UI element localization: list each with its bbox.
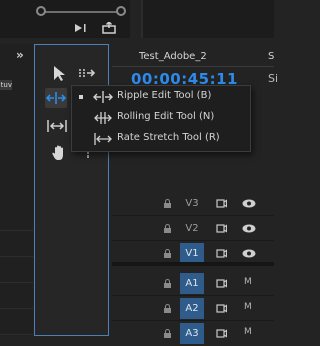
track-label[interactable]: V2 (180, 218, 204, 239)
slip-icon (47, 120, 67, 132)
selection-tool-button[interactable] (48, 63, 70, 83)
hand-icon (52, 145, 63, 160)
track-label[interactable]: A2 (180, 298, 204, 319)
lock-icon[interactable] (164, 304, 171, 313)
playback-scrubber[interactable] (36, 2, 126, 22)
in-point-handle[interactable] (36, 6, 46, 16)
eye-icon[interactable] (242, 224, 256, 233)
track-row-v2: V2 (112, 216, 274, 241)
program-monitor-controls (143, 0, 274, 38)
ripple-edit-icon (45, 92, 67, 104)
out-point-handle[interactable] (116, 6, 126, 16)
play-to-out-icon[interactable] (73, 22, 91, 34)
rolling-edit-icon (94, 112, 112, 124)
menu-item-label: Ripple Edit Tool (B) (117, 90, 212, 101)
timeline-setting-label: Si (268, 72, 279, 85)
menu-item-rate-stretch[interactable]: Rate Stretch Tool (R) (72, 129, 250, 150)
rate-stretch-icon (94, 133, 112, 145)
ripple-edit-icon (93, 91, 113, 103)
lock-icon[interactable] (164, 329, 171, 338)
slip-tool-button[interactable] (46, 116, 68, 136)
menu-item-ripple-edit[interactable]: Ripple Edit Tool (B) (72, 87, 250, 108)
sync-lock-icon[interactable] (216, 278, 227, 289)
track-row-a2: A2 M (112, 296, 274, 321)
menu-item-label: Rolling Edit Tool (N) (117, 111, 215, 122)
sync-lock-icon[interactable] (216, 328, 227, 339)
track-select-icon (79, 69, 96, 77)
menu-item-label: Rate Stretch Tool (R) (117, 132, 220, 143)
lock-icon[interactable] (164, 199, 171, 208)
lock-icon[interactable] (164, 224, 171, 233)
edit-tool-flyout-menu: Ripple Edit Tool (B) Rolling Edit Tool (… (71, 85, 251, 152)
track-row-a1: A1 M (112, 271, 274, 296)
sync-lock-icon[interactable] (216, 303, 227, 314)
sync-lock-icon[interactable] (216, 248, 227, 259)
lock-icon[interactable] (164, 279, 171, 288)
track-row-v1: V1 (112, 241, 274, 266)
scrubber-track (42, 11, 120, 13)
track-row-v3: V3 (112, 191, 274, 216)
hand-tool-button[interactable] (48, 143, 70, 163)
lock-icon[interactable] (164, 249, 171, 258)
checkmark-icon (79, 95, 83, 99)
track-label[interactable]: V3 (180, 193, 204, 214)
track-label[interactable]: A3 (180, 323, 204, 344)
ripple-edit-tool-button[interactable] (45, 88, 67, 108)
track-label[interactable]: V1 (180, 243, 204, 264)
panel-overflow-chevron[interactable]: » (16, 48, 24, 62)
project-rows (0, 205, 33, 335)
track-row-a3: A3 M (112, 321, 274, 346)
next-tab-label[interactable]: S (268, 51, 274, 62)
mute-button[interactable]: M (244, 277, 252, 287)
track-label[interactable]: A1 (180, 273, 204, 294)
sync-lock-icon[interactable] (216, 223, 227, 234)
sequence-tab-title[interactable]: Test_Adobe_2 (139, 51, 207, 62)
eye-icon[interactable] (242, 199, 256, 208)
mute-button[interactable]: M (244, 302, 252, 312)
eye-icon[interactable] (242, 249, 256, 258)
project-item-badge: tuv (0, 80, 12, 90)
menu-item-rolling-edit[interactable]: Rolling Edit Tool (N) (72, 108, 250, 129)
track-select-tool-button[interactable] (77, 63, 99, 83)
arrow-icon (54, 66, 65, 81)
export-frame-icon[interactable] (101, 22, 119, 34)
sync-lock-icon[interactable] (216, 198, 227, 209)
